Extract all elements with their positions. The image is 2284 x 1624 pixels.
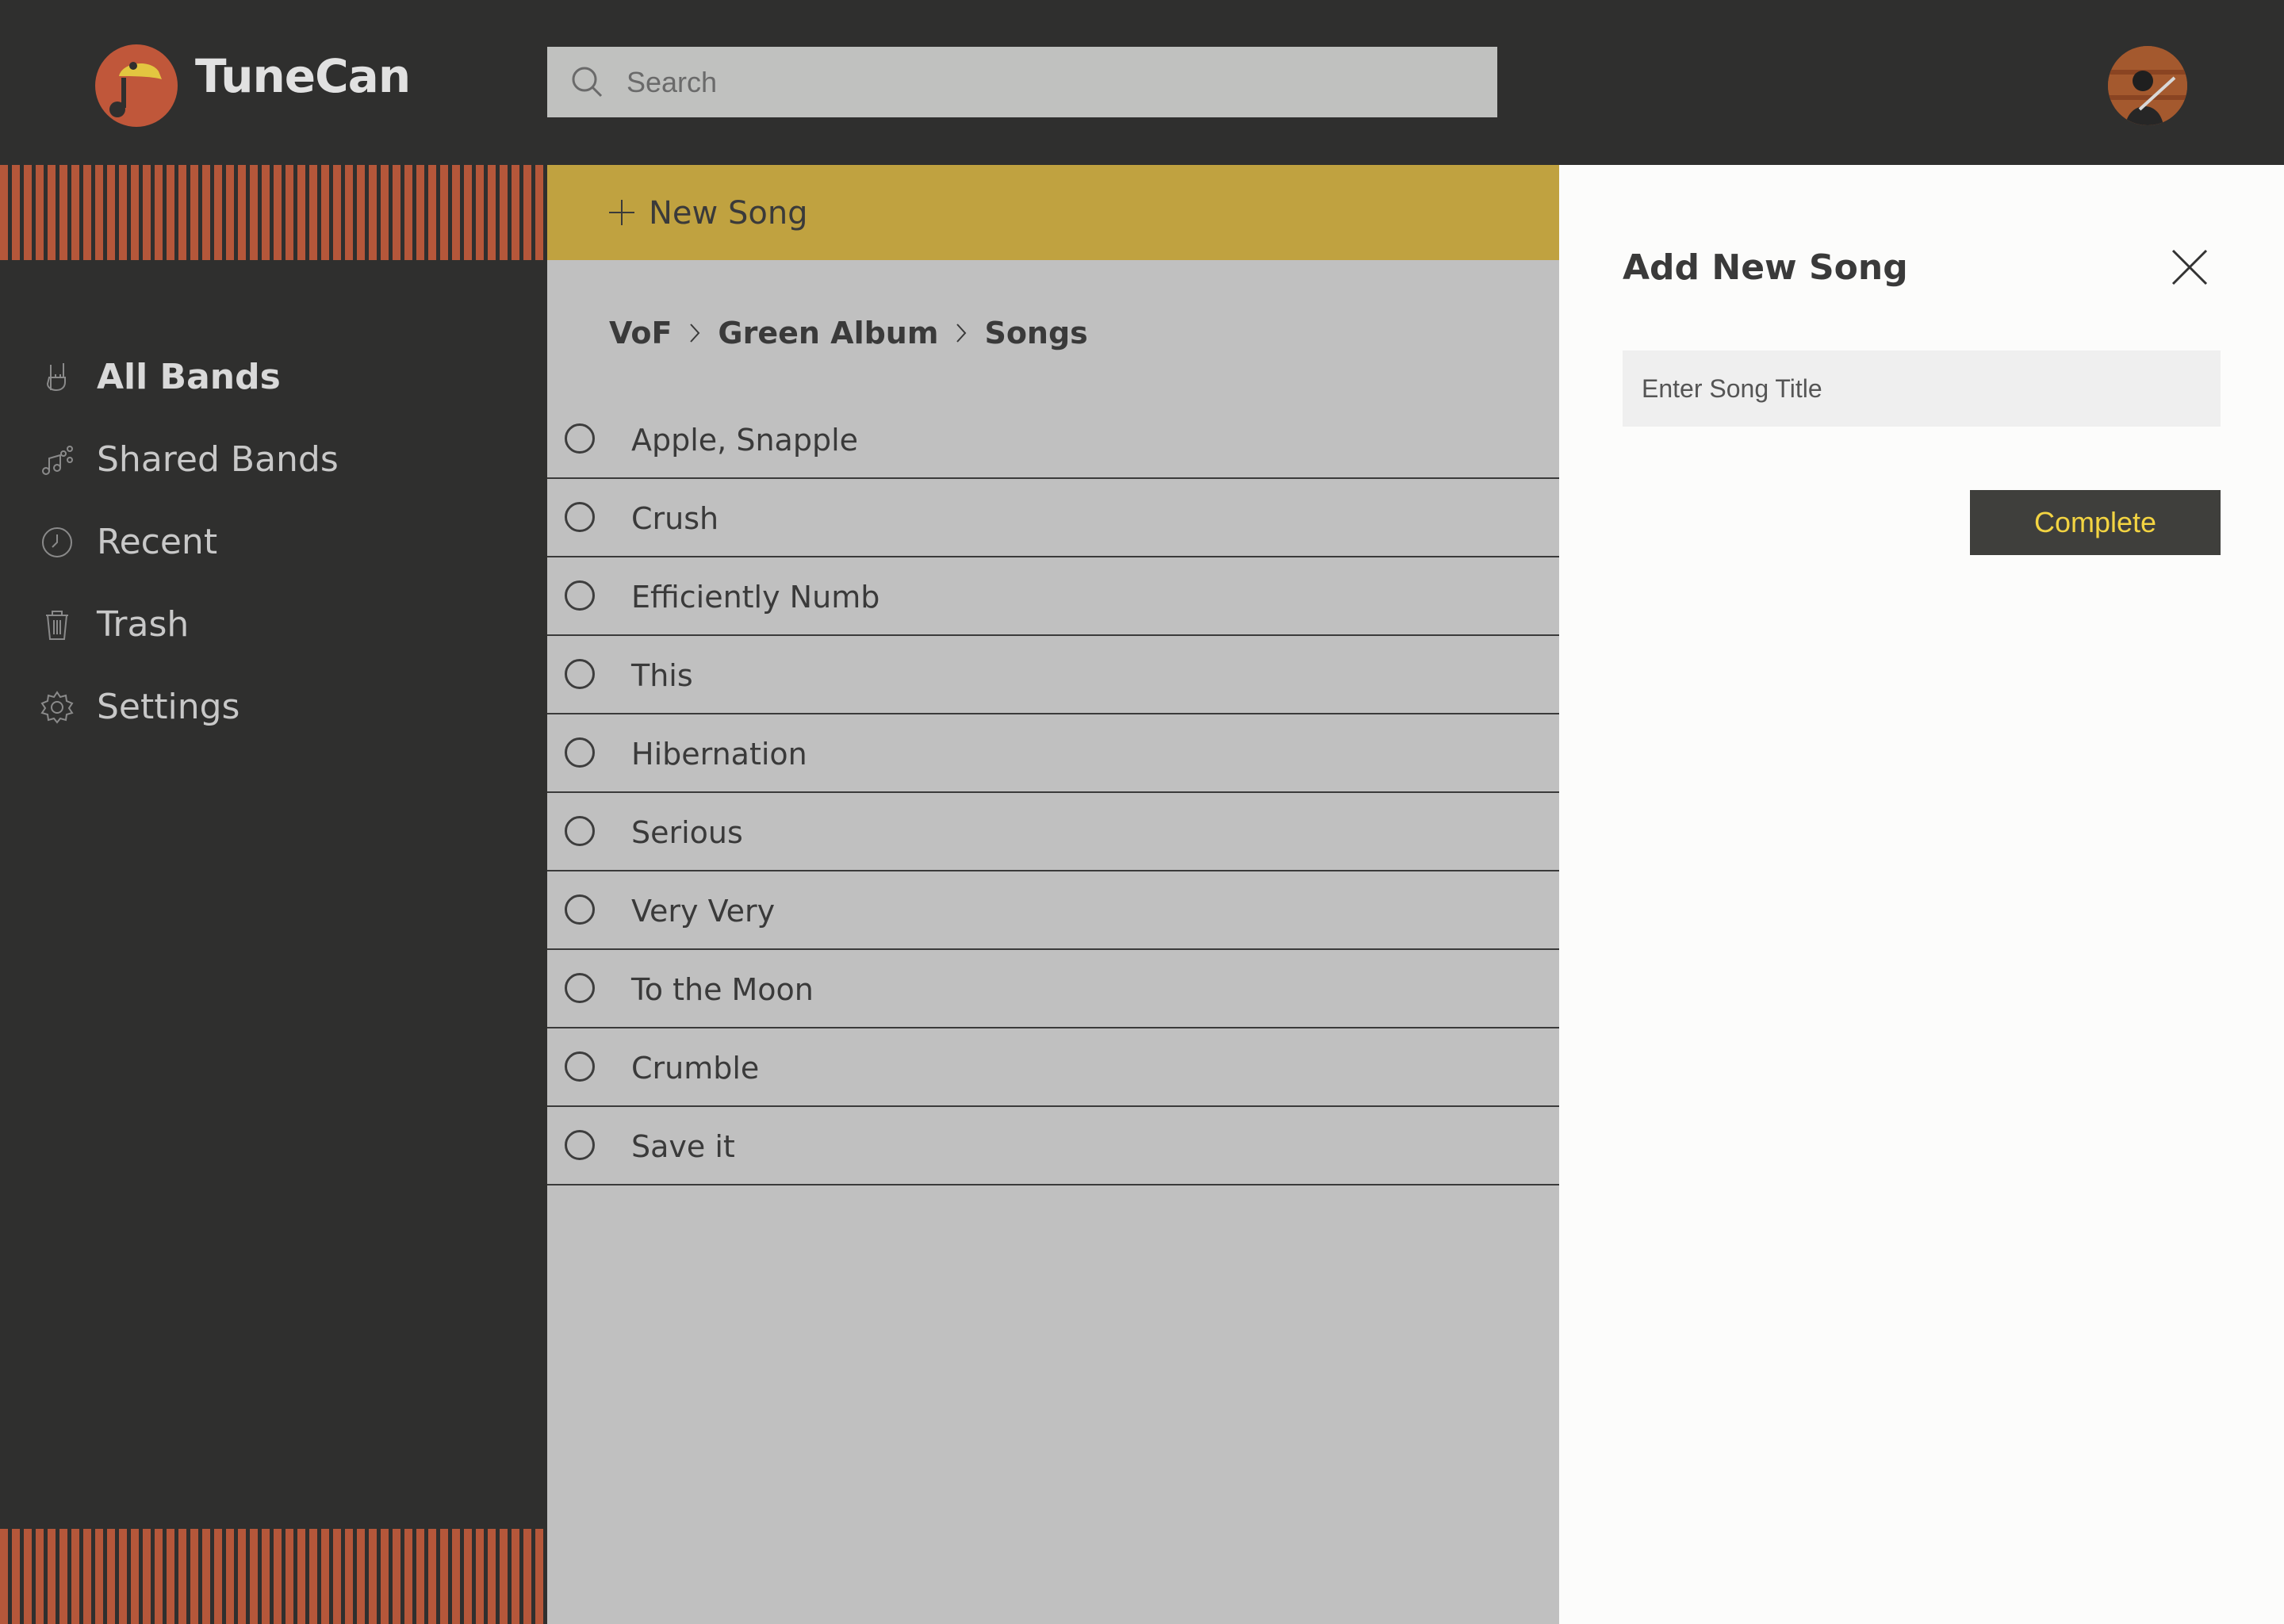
gear-icon	[40, 691, 74, 724]
decorative-stripe-top	[0, 165, 547, 260]
song-select-radio[interactable]	[565, 1130, 595, 1160]
song-list-pane: New Song VoF Green Album Songs Apple, Sn…	[547, 165, 1559, 1624]
close-icon[interactable]	[2170, 247, 2209, 287]
song-row[interactable]: Very Very	[547, 871, 1559, 950]
song-select-radio[interactable]	[565, 659, 595, 689]
sidebar-item-label: All Bands	[97, 357, 281, 397]
breadcrumb-section: Songs	[984, 316, 1088, 350]
song-row[interactable]: This	[547, 636, 1559, 714]
song-select-radio[interactable]	[565, 737, 595, 768]
sidebar-item-all-bands[interactable]: All Bands	[0, 343, 547, 414]
song-select-radio[interactable]	[565, 816, 595, 846]
song-list: Apple, Snapple Crush Efficiently Numb Th…	[547, 400, 1559, 1185]
sidebar-item-label: Trash	[97, 604, 190, 645]
song-title: Crumble	[631, 1051, 760, 1086]
song-title: Efficiently Numb	[631, 580, 880, 615]
song-title: This	[631, 658, 693, 693]
song-row[interactable]: Serious	[547, 793, 1559, 871]
top-bar: TuneCan	[0, 0, 2284, 165]
song-title: Apple, Snapple	[631, 423, 859, 458]
sidebar-item-label: Settings	[97, 687, 240, 727]
chevron-right-icon	[690, 324, 700, 343]
sidebar-item-shared-bands[interactable]: Shared Bands	[0, 425, 547, 496]
song-row[interactable]: Crush	[547, 479, 1559, 557]
clock-icon	[42, 527, 72, 557]
song-row[interactable]: Apple, Snapple	[547, 400, 1559, 479]
song-title: Crush	[631, 501, 719, 536]
new-song-button[interactable]: New Song	[547, 165, 1559, 260]
sidebar: All Bands Shared Bands Recent Trash Sett…	[0, 260, 547, 1529]
add-song-panel: Add New Song Complete	[1559, 165, 2284, 1624]
breadcrumb-band[interactable]: VoF	[609, 316, 672, 350]
plus-icon	[609, 200, 634, 225]
sidebar-item-trash[interactable]: Trash	[0, 590, 547, 661]
sidebar-item-label: Recent	[97, 522, 218, 562]
song-row[interactable]: Hibernation	[547, 714, 1559, 793]
sidebar-item-label: Shared Bands	[97, 439, 339, 480]
search-input[interactable]	[627, 47, 1467, 117]
user-avatar[interactable]	[2108, 46, 2187, 125]
song-title: Serious	[631, 815, 743, 850]
song-row[interactable]: Crumble	[547, 1028, 1559, 1107]
song-row[interactable]: Efficiently Numb	[547, 557, 1559, 636]
song-title: Very Very	[631, 894, 776, 929]
tunecan-logo-icon[interactable]	[95, 44, 178, 127]
search-bar[interactable]	[547, 47, 1497, 117]
breadcrumb-album[interactable]: Green Album	[718, 316, 938, 350]
panel-title: Add New Song	[1623, 247, 1908, 288]
song-row[interactable]: To the Moon	[547, 950, 1559, 1028]
new-song-label: New Song	[649, 195, 808, 232]
song-row[interactable]: Save it	[547, 1107, 1559, 1185]
complete-button[interactable]: Complete	[1970, 490, 2221, 555]
breadcrumb: VoF Green Album Songs	[609, 309, 1088, 357]
trash-icon	[46, 611, 68, 640]
decorative-stripe-bottom	[0, 1529, 547, 1624]
song-title: Hibernation	[631, 737, 807, 772]
song-title-input[interactable]	[1623, 350, 2221, 427]
song-title: Save it	[631, 1129, 735, 1164]
sidebar-item-recent[interactable]: Recent	[0, 508, 547, 579]
rock-hand-icon	[46, 363, 66, 391]
app-name: TuneCan	[195, 49, 411, 103]
song-title: To the Moon	[631, 972, 814, 1007]
chevron-right-icon	[956, 324, 967, 343]
song-select-radio[interactable]	[565, 502, 595, 532]
song-select-radio[interactable]	[565, 423, 595, 454]
sidebar-item-settings[interactable]: Settings	[0, 672, 547, 744]
song-select-radio[interactable]	[565, 973, 595, 1003]
song-select-radio[interactable]	[565, 1051, 595, 1082]
shared-music-icon	[42, 446, 73, 475]
song-select-radio[interactable]	[565, 894, 595, 925]
search-icon	[572, 67, 603, 98]
song-select-radio[interactable]	[565, 580, 595, 611]
